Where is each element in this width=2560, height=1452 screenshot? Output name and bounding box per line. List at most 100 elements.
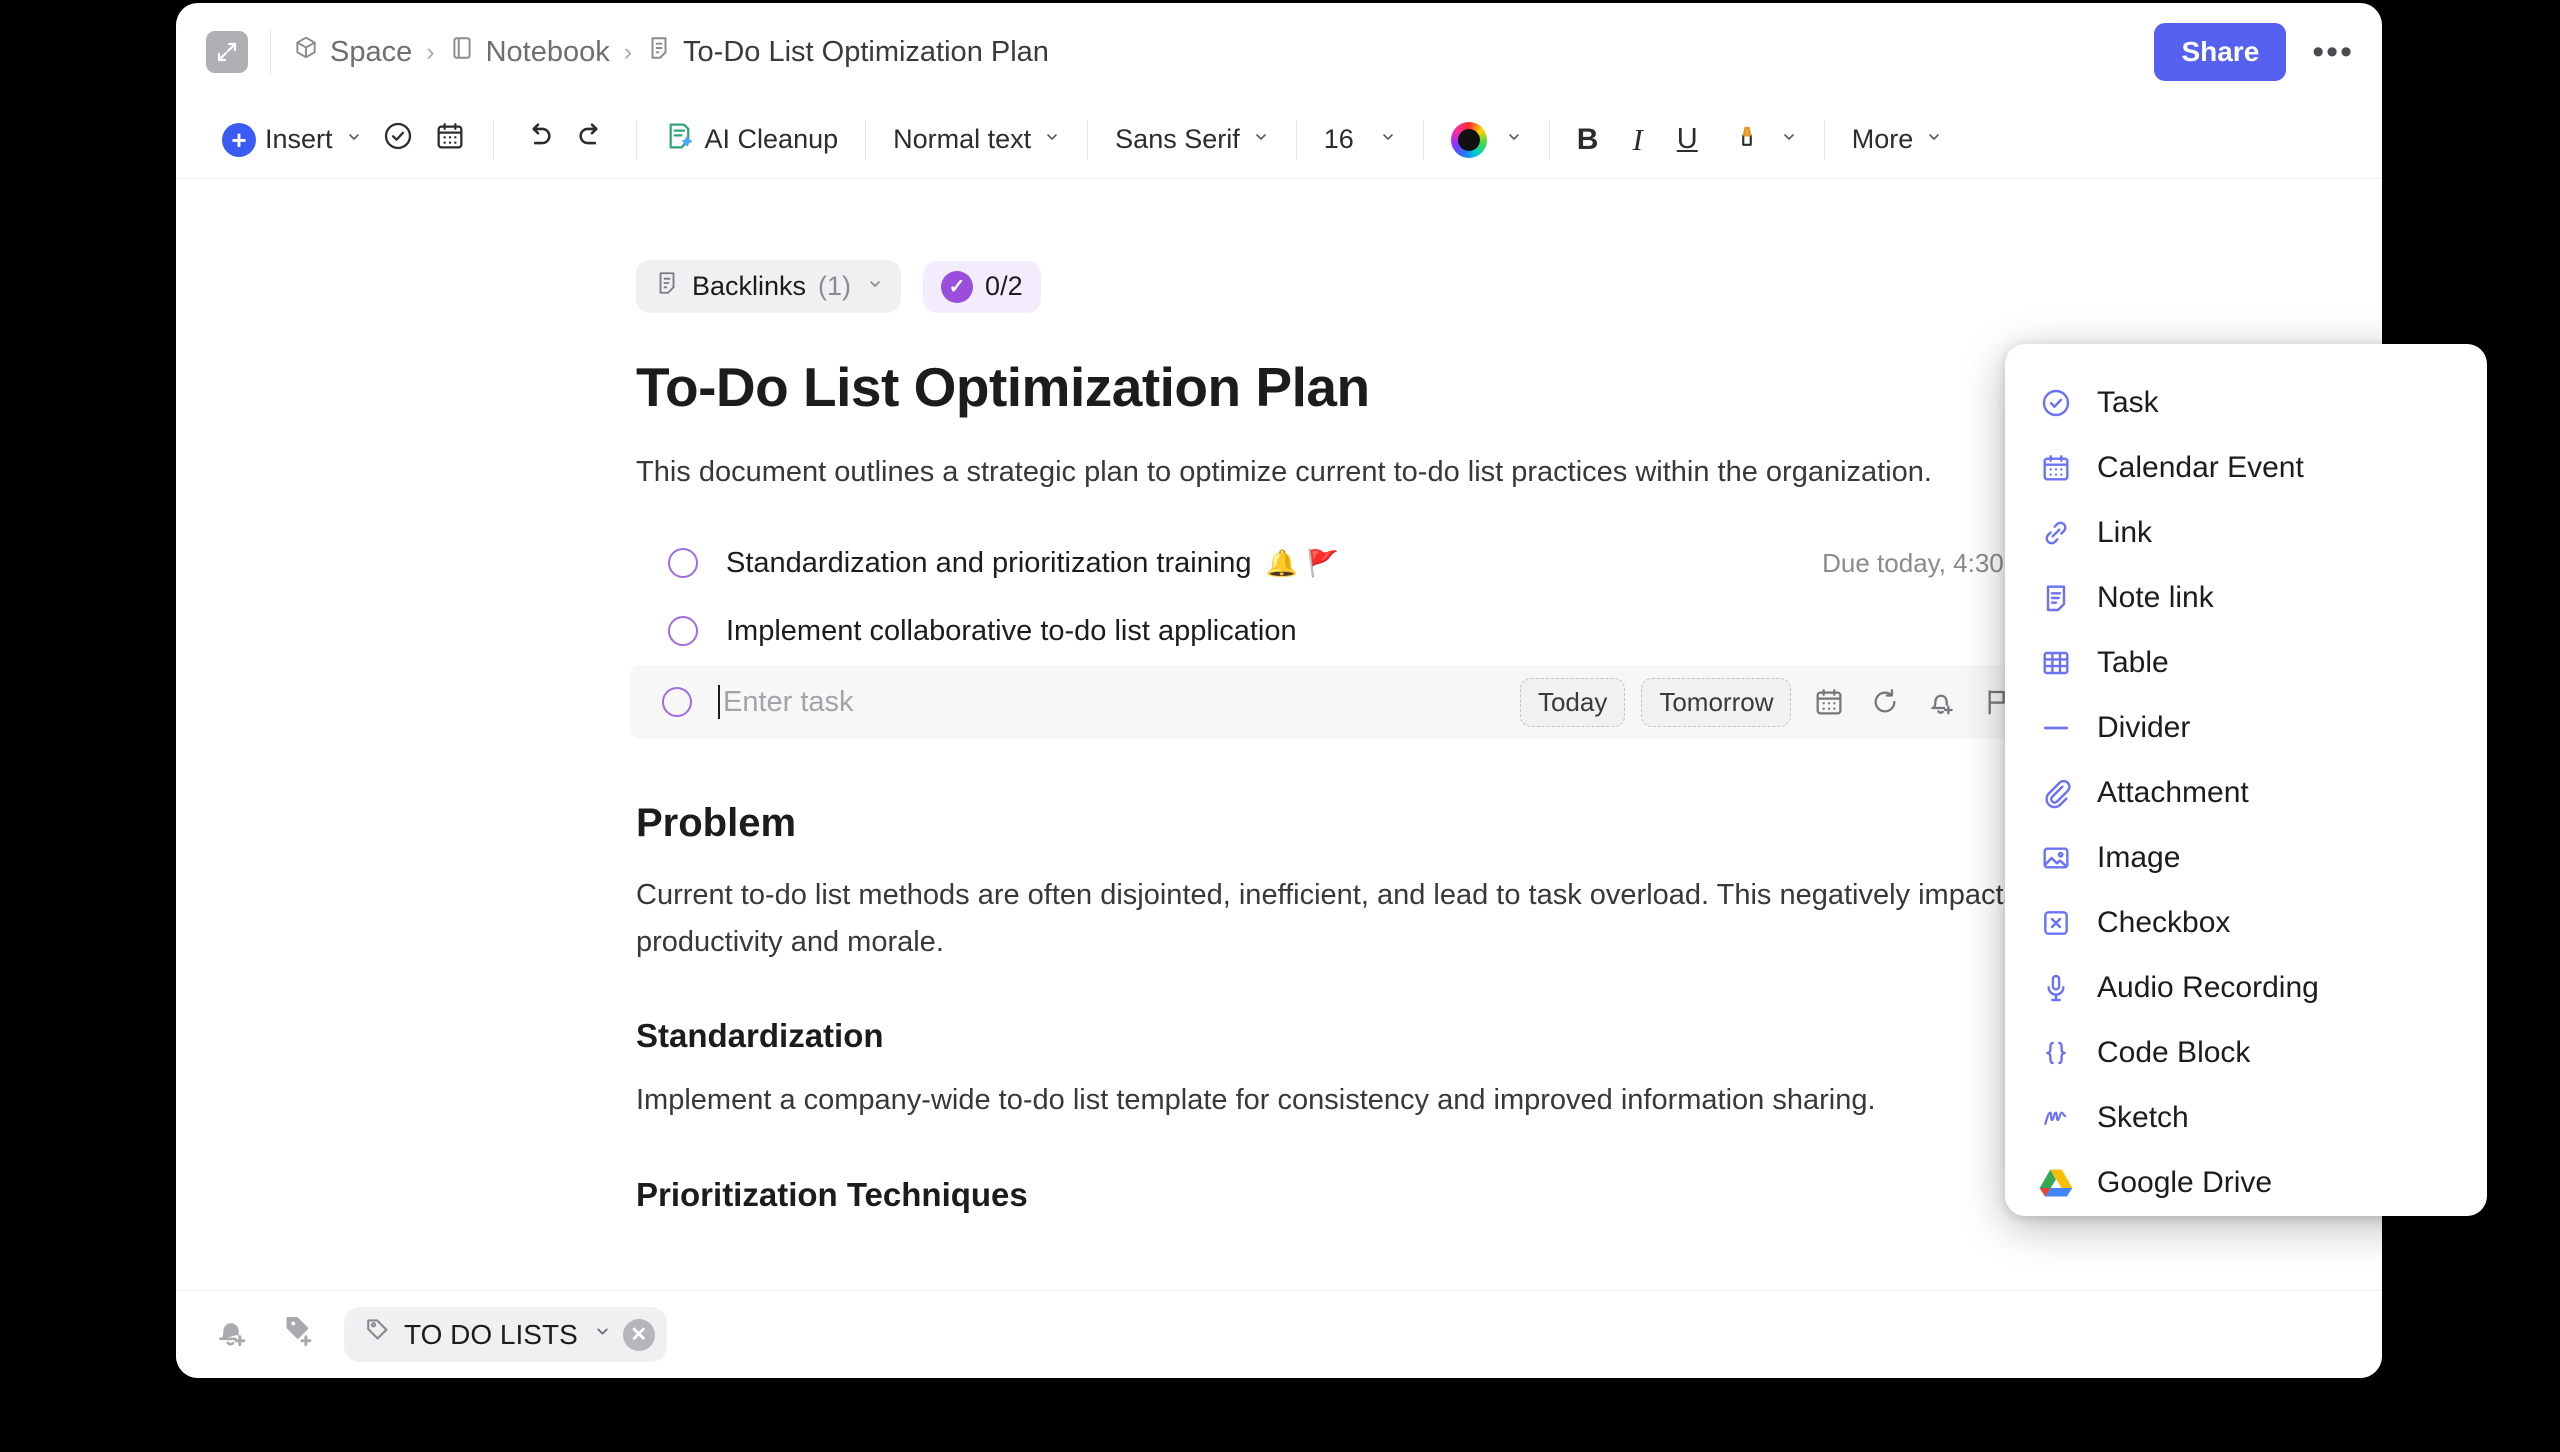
backlinks-chip[interactable]: Backlinks (1): [636, 260, 901, 313]
section-body-standardization[interactable]: Implement a company-wide to-do list temp…: [636, 1077, 2166, 1123]
menu-item-divider[interactable]: Divider: [2005, 695, 2487, 760]
task-progress-chip[interactable]: ✓ 0/2: [923, 261, 1041, 313]
tag-add-icon[interactable]: [278, 1313, 316, 1356]
repeat-icon[interactable]: [1869, 686, 1901, 718]
color-wheel-icon: [1451, 122, 1487, 158]
menu-item-label: Attachment: [2097, 776, 2249, 810]
breadcrumb-item-space[interactable]: Space: [293, 35, 412, 69]
menu-item-label: Calendar Event: [2097, 451, 2304, 485]
breadcrumb-item-current[interactable]: To-Do List Optimization Plan: [646, 35, 1049, 69]
menu-item-checkbox[interactable]: Checkbox: [2005, 890, 2487, 955]
new-task-input[interactable]: Enter task: [718, 685, 1520, 719]
more-formatting-button[interactable]: More: [1842, 118, 1953, 161]
menu-item-link[interactable]: Link: [2005, 500, 2487, 565]
menu-item-sketch[interactable]: Sketch: [2005, 1085, 2487, 1150]
section-heading-standardization[interactable]: Standardization: [636, 1017, 2166, 1055]
toolbar-divider-4: [1087, 120, 1088, 160]
calendar-icon: [434, 120, 466, 159]
image-icon: [2039, 841, 2073, 875]
expand-arrows-icon[interactable]: [206, 31, 248, 73]
paragraph-style-select[interactable]: Normal text: [883, 118, 1070, 161]
undo-button[interactable]: [511, 113, 565, 166]
insert-label: Insert: [265, 124, 333, 155]
italic-button[interactable]: I: [1622, 116, 1652, 164]
page-title[interactable]: To-Do List Optimization Plan: [636, 355, 2166, 419]
menu-item-code-block[interactable]: Code Block: [2005, 1020, 2487, 1085]
calendar-icon[interactable]: [1813, 686, 1845, 718]
menu-item-label: Divider: [2097, 711, 2190, 745]
menu-item-label: Audio Recording: [2097, 971, 2319, 1005]
menu-item-audio-recording[interactable]: Audio Recording: [2005, 955, 2487, 1020]
document-body: Backlinks (1) ✓ 0/2 To-Do List Optimizat…: [636, 260, 2166, 1236]
reminder-bell-add-icon[interactable]: [1925, 686, 1957, 718]
toolbar-divider-6: [1423, 120, 1424, 160]
breadcrumb-label-space: Space: [330, 36, 412, 69]
share-button[interactable]: Share: [2154, 23, 2286, 81]
toolbar-divider-3: [865, 120, 866, 160]
tag-chip-todo-lists[interactable]: TO DO LISTS ✕: [344, 1307, 667, 1362]
task-checkbox-circle[interactable]: [668, 616, 698, 646]
menu-item-label: Link: [2097, 516, 2152, 550]
menu-item-table[interactable]: Table: [2005, 630, 2487, 695]
menu-item-task[interactable]: Task: [2005, 370, 2487, 435]
undo-icon: [521, 119, 555, 160]
more-label: More: [1852, 124, 1914, 155]
task-row[interactable]: Standardization and prioritization train…: [636, 529, 2166, 597]
menu-item-note-link[interactable]: Note link: [2005, 565, 2487, 630]
menu-item-label: Sketch: [2097, 1101, 2189, 1135]
chevron-down-icon: [1044, 129, 1060, 151]
breadcrumb-item-notebook[interactable]: Notebook: [449, 35, 610, 69]
chevron-down-icon: [1926, 129, 1942, 151]
menu-item-label: Image: [2097, 841, 2180, 875]
add-task-button[interactable]: [372, 114, 424, 165]
notebook-icon: [449, 35, 475, 69]
cube-icon: [293, 35, 319, 69]
task-checkbox-circle[interactable]: [662, 687, 692, 717]
highlight-color-select[interactable]: [1722, 115, 1807, 164]
chevron-down-icon: [1380, 129, 1396, 151]
more-options-button[interactable]: •••: [2312, 35, 2354, 69]
backlinks-label: Backlinks: [692, 271, 806, 302]
flag-emoji-icon: 🚩: [1307, 548, 1339, 579]
add-calendar-event-button[interactable]: [424, 114, 476, 165]
toolbar-divider-5: [1296, 120, 1297, 160]
chip-today[interactable]: Today: [1520, 678, 1625, 727]
menu-item-google-drive[interactable]: Google Drive: [2005, 1150, 2487, 1215]
font-size-select[interactable]: 16: [1314, 118, 1406, 161]
tag-icon: [362, 1316, 392, 1353]
insert-button[interactable]: + Insert: [212, 117, 372, 163]
document-intro[interactable]: This document outlines a strategic plan …: [636, 449, 2166, 495]
menu-item-label: Table: [2097, 646, 2169, 680]
ai-cleanup-button[interactable]: AI Cleanup: [654, 114, 849, 165]
breadcrumb-label-notebook: Notebook: [486, 36, 610, 69]
font-family-select[interactable]: Sans Serif: [1105, 118, 1279, 161]
redo-button[interactable]: [565, 113, 619, 166]
bold-button[interactable]: B: [1567, 117, 1609, 163]
remove-tag-button[interactable]: ✕: [623, 1319, 655, 1351]
menu-item-calendar-event[interactable]: Calendar Event: [2005, 435, 2487, 500]
menu-item-image[interactable]: Image: [2005, 825, 2487, 890]
breadcrumb: Space › Notebook › To-Do List Optimi: [293, 35, 2154, 69]
underline-button[interactable]: U: [1667, 117, 1708, 162]
bell-emoji-icon: 🔔: [1266, 548, 1298, 579]
chevron-down-icon: [346, 129, 362, 151]
breadcrumb-separator-1: ›: [426, 38, 434, 67]
plus-icon: +: [222, 123, 256, 157]
task-row[interactable]: Implement collaborative to-do list appli…: [636, 597, 2166, 665]
text-color-select[interactable]: [1441, 116, 1532, 164]
google-drive-icon: [2039, 1166, 2073, 1200]
table-icon: [2039, 646, 2073, 680]
note-icon: [654, 270, 680, 303]
section-body-problem[interactable]: Current to-do list methods are often dis…: [636, 872, 2166, 965]
chevron-down-icon[interactable]: [594, 1323, 611, 1346]
paragraph-style-value: Normal text: [893, 124, 1031, 155]
chip-tomorrow[interactable]: Tomorrow: [1641, 678, 1791, 727]
menu-item-attachment[interactable]: Attachment: [2005, 760, 2487, 825]
section-heading-prioritization[interactable]: Prioritization Techniques: [636, 1176, 2166, 1214]
new-task-entry-row[interactable]: Enter task Today Tomorrow: [630, 665, 2200, 739]
task-checkbox-circle[interactable]: [668, 548, 698, 578]
bell-add-icon[interactable]: [212, 1313, 250, 1356]
section-heading-problem[interactable]: Problem: [636, 801, 2166, 846]
redo-icon: [575, 119, 609, 160]
menu-item-label: Checkbox: [2097, 906, 2230, 940]
